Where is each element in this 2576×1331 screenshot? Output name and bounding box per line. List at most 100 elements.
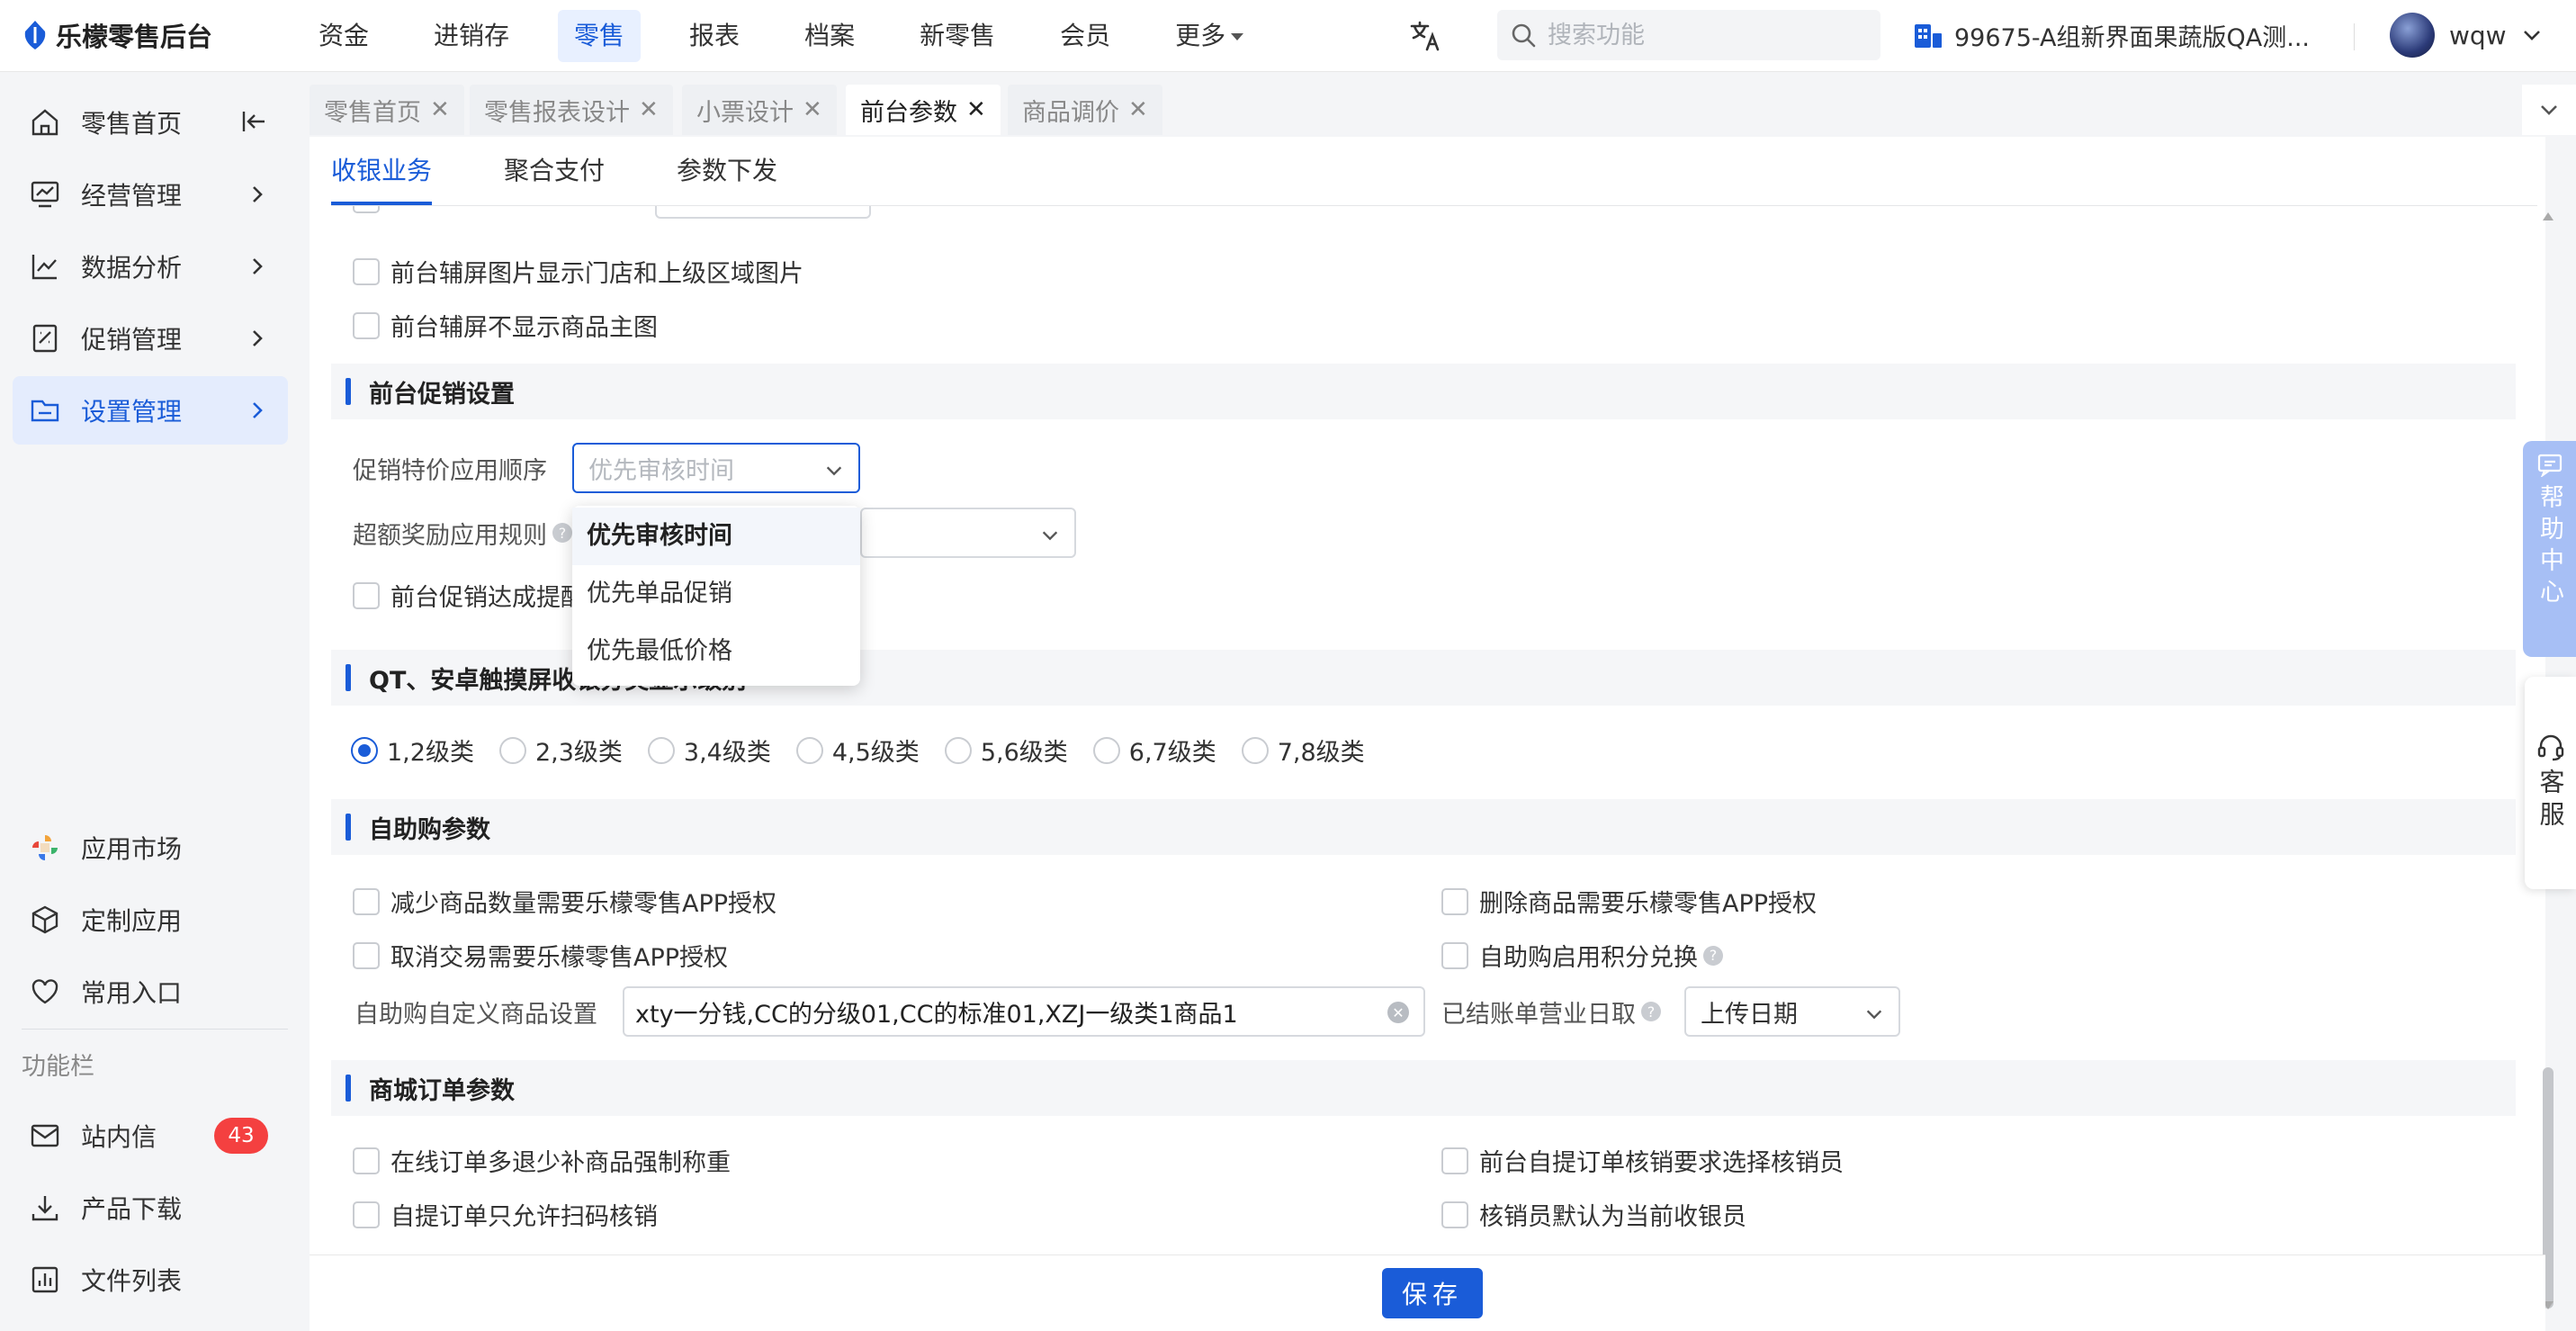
biz-day-select[interactable]: 上传日期 (1684, 986, 1900, 1037)
radio-label: 6,7级类 (1128, 739, 1216, 767)
radio-level-4-5[interactable]: 4,5级类 (795, 733, 920, 768)
cb-promo-reached-reminder[interactable]: 前台促销达成提醒 (353, 578, 585, 613)
radio-button[interactable] (498, 736, 526, 764)
option-audit-time[interactable]: 优先审核时间 (572, 508, 860, 565)
checkbox[interactable] (353, 257, 380, 285)
cb-pickup-require-staff[interactable]: 前台自提订单核销要求选择核销员 (1441, 1143, 1844, 1178)
radio-button[interactable] (1241, 736, 1269, 764)
nav-new-retail[interactable]: 新零售 (903, 10, 1011, 62)
sidebar-item-promotion[interactable]: 促销管理 (13, 304, 288, 373)
nav-inventory[interactable]: 进销存 (417, 10, 525, 62)
function-search[interactable] (1497, 10, 1880, 60)
cb-force-weigh[interactable]: 在线订单多退少补商品强制称重 (353, 1143, 731, 1178)
sidebar-item-settings[interactable]: 设置管理 (13, 376, 288, 445)
checkbox[interactable] (1441, 1201, 1468, 1228)
help-center-button[interactable]: 帮助中心 (2523, 441, 2576, 657)
store-switcher[interactable]: 99675-A组新界面果蔬版QA测... (1913, 18, 2310, 53)
nav-retail[interactable]: 零售 (558, 10, 642, 62)
tag-icon (27, 320, 63, 356)
sidebar-item-downloads[interactable]: 产品下载 (13, 1174, 288, 1242)
heart-icon (27, 974, 63, 1010)
search-input[interactable] (1548, 21, 1853, 49)
close-icon[interactable]: ✕ (639, 96, 659, 123)
subtab-param-dispatch[interactable]: 参数下发 (677, 137, 777, 205)
close-icon[interactable]: ✕ (966, 96, 986, 123)
option-lowest-price[interactable]: 优先最低价格 (572, 623, 860, 680)
checkbox[interactable] (1441, 1147, 1468, 1174)
bonus-rule-select[interactable] (860, 508, 1076, 558)
nav-more[interactable]: 更多 (1159, 10, 1260, 62)
radio-level-1-2[interactable]: 1,2级类 (351, 733, 474, 768)
nav-archive[interactable]: 档案 (788, 10, 871, 62)
cb-default-cashier[interactable]: 核销员默认为当前收银员 (1441, 1197, 1746, 1232)
sidebar-item-favorites[interactable]: 常用入口 (13, 958, 288, 1026)
section-title: 商城订单参数 (369, 1076, 515, 1105)
radio-button[interactable] (1092, 736, 1120, 764)
tab-price-adjust[interactable]: 商品调价 ✕ (1008, 85, 1162, 135)
chat-icon (2537, 454, 2563, 477)
checkbox[interactable] (353, 887, 380, 915)
nav-members[interactable]: 会员 (1044, 10, 1126, 62)
help-icon[interactable]: ? (1703, 945, 1723, 966)
cb-scan-only-verify[interactable]: 自提订单只允许扫码核销 (353, 1197, 658, 1232)
help-icon[interactable]: ? (1641, 1002, 1661, 1021)
cb-screen-no-main-image[interactable]: 前台辅屏不显示商品主图 (353, 308, 658, 343)
subtab-cashier[interactable]: 收银业务 (331, 137, 433, 205)
cb-screen-store-images[interactable]: 前台辅屏图片显示门店和上级区域图片 (353, 254, 803, 289)
checkbox[interactable] (353, 581, 380, 609)
radio-level-6-7[interactable]: 6,7级类 (1092, 733, 1216, 768)
sidebar-item-retail-home[interactable]: 零售首页 (13, 88, 288, 157)
sidebar-item-file-list[interactable]: 文件列表 (13, 1246, 288, 1314)
help-icon[interactable]: ? (552, 523, 572, 543)
custom-goods-input[interactable]: xty一分钱,CC的分级01,CC的标准01,XZJ一级类1商品1 ✕ (623, 986, 1425, 1037)
sidebar-item-custom-apps[interactable]: 定制应用 (13, 886, 288, 954)
option-single-item[interactable]: 优先单品促销 (572, 565, 860, 623)
close-icon[interactable]: ✕ (803, 96, 822, 123)
radio-button[interactable] (795, 736, 823, 764)
radio-button[interactable] (944, 736, 972, 764)
checkbox[interactable] (353, 1147, 380, 1174)
promo-order-select[interactable]: 优先审核时间 (572, 443, 860, 493)
cb-label: 前台辅屏图片显示门店和上级区域图片 (390, 260, 803, 288)
checkbox[interactable] (353, 311, 380, 339)
clear-icon[interactable]: ✕ (1387, 1002, 1409, 1023)
scroll-up-icon[interactable] (2543, 212, 2554, 220)
tab-list-toggle[interactable] (2522, 85, 2576, 135)
radio-level-7-8[interactable]: 7,8级类 (1241, 733, 1365, 768)
close-icon[interactable]: ✕ (1128, 96, 1148, 123)
cb-points-exchange[interactable]: 自助购启用积分兑换? (1441, 938, 1723, 973)
radio-level-3-4[interactable]: 3,4级类 (647, 733, 771, 768)
checkbox[interactable] (353, 941, 380, 969)
checkbox[interactable] (1441, 887, 1468, 915)
sidebar-item-app-market[interactable]: 应用市场 (13, 814, 288, 882)
bonus-rule-text: 超额奖励应用规则 (353, 521, 547, 550)
brand-logo[interactable]: 乐檬零售后台 (23, 16, 212, 54)
tab-receipt-design[interactable]: 小票设计 ✕ (682, 85, 837, 135)
sidebar-item-operations[interactable]: 经营管理 (13, 160, 288, 229)
tab-front-params[interactable]: 前台参数 ✕ (846, 85, 1001, 135)
sidebar-item-label: 文件列表 (81, 1266, 183, 1296)
radio-button[interactable] (351, 736, 378, 764)
customer-service-button[interactable]: 客服 (2525, 677, 2576, 889)
collapse-sidebar-icon[interactable] (241, 108, 268, 135)
subtab-aggregate-pay[interactable]: 聚合支付 (504, 137, 605, 205)
sidebar-item-messages[interactable]: 站内信 43 (13, 1102, 288, 1170)
radio-level-2-3[interactable]: 2,3级类 (498, 733, 623, 768)
cb-delete-item-auth[interactable]: 删除商品需要乐檬零售APP授权 (1441, 884, 1817, 919)
tab-report-design[interactable]: 零售报表设计 ✕ (470, 85, 673, 135)
checkbox[interactable] (1441, 941, 1468, 969)
radio-level-5-6[interactable]: 5,6级类 (944, 733, 1068, 768)
save-button[interactable]: 保存 (1382, 1268, 1483, 1318)
nav-funds[interactable]: 资金 (302, 10, 385, 62)
translate-icon[interactable] (1409, 20, 1441, 52)
cb-label: 取消交易需要乐檬零售APP授权 (390, 944, 729, 972)
close-icon[interactable]: ✕ (430, 96, 450, 123)
user-menu[interactable]: wqw (2390, 13, 2543, 58)
checkbox[interactable] (353, 1201, 380, 1228)
sidebar-item-data-analysis[interactable]: 数据分析 (13, 232, 288, 301)
tab-retail-home[interactable]: 零售首页 ✕ (310, 85, 464, 135)
cb-cancel-trade-auth[interactable]: 取消交易需要乐檬零售APP授权 (353, 938, 728, 973)
nav-reports[interactable]: 报表 (673, 10, 756, 62)
cb-reduce-qty-auth[interactable]: 减少商品数量需要乐檬零售APP授权 (353, 884, 776, 919)
radio-button[interactable] (647, 736, 675, 764)
